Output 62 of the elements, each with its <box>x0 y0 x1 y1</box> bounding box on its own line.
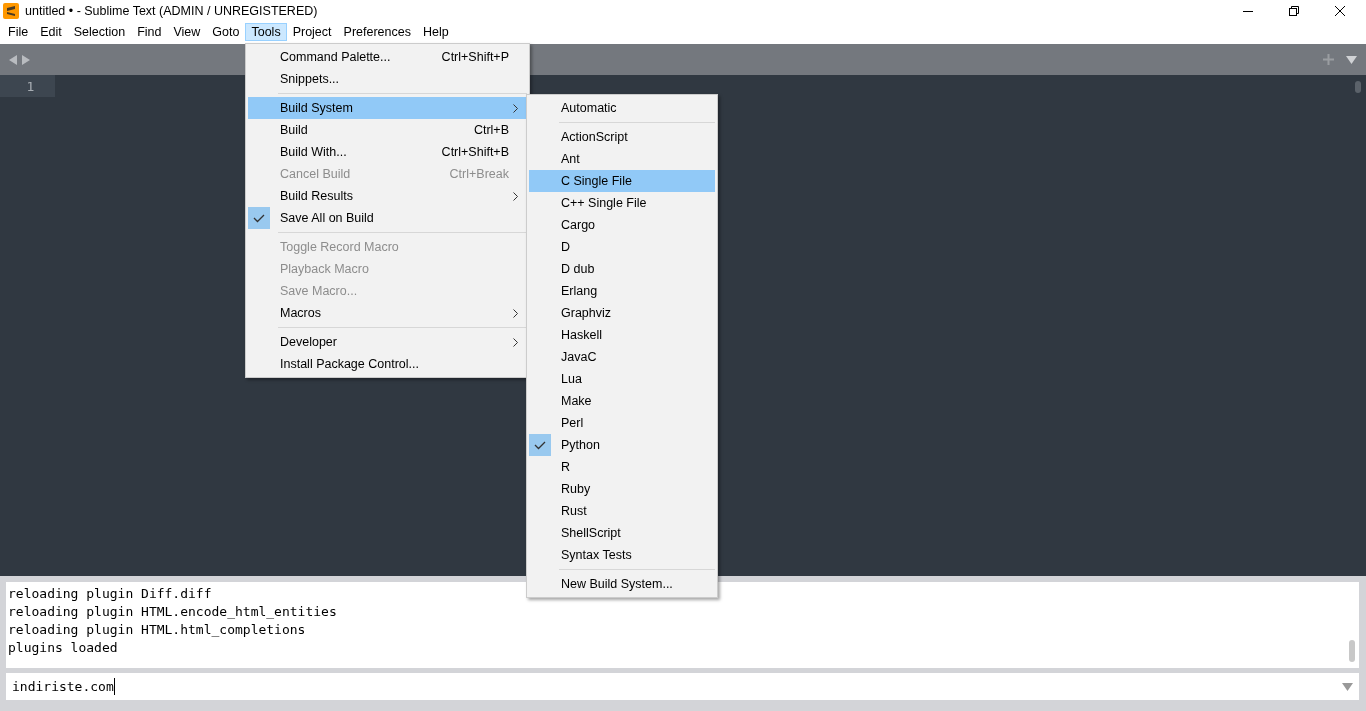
menu-item[interactable]: Build With... Ctrl+Shift+B <box>248 141 527 163</box>
scrollbar-thumb <box>1349 640 1355 662</box>
menu-item[interactable]: ShellScript <box>529 522 715 544</box>
menu-bar-item[interactable]: View <box>167 23 207 41</box>
menu-item[interactable]: Build Results <box>248 185 527 207</box>
console-line: plugins loaded <box>8 639 118 657</box>
menu-item[interactable]: New Build System... <box>529 573 715 595</box>
menu-item[interactable]: Syntax Tests <box>529 544 715 566</box>
menu-item[interactable]: D dub <box>529 258 715 280</box>
menu-bar-item[interactable]: Tools <box>245 23 287 41</box>
dropdown-triangle-icon[interactable] <box>1342 683 1353 691</box>
menu-item[interactable]: Erlang <box>529 280 715 302</box>
scrollbar-thumb <box>1355 81 1361 93</box>
previous-next-arrows-icon[interactable] <box>9 54 31 65</box>
chevron-right-icon <box>513 104 518 113</box>
menu-bar-item[interactable]: Edit <box>34 23 68 41</box>
menu-item[interactable]: Cargo <box>529 214 715 236</box>
menu-bar-item[interactable]: Preferences <box>337 23 417 41</box>
window-title: untitled • - Sublime Text (ADMIN / UNREGISTERED) <box>25 4 318 18</box>
menu-item[interactable]: Snippets... <box>248 68 527 90</box>
menu-bar-item[interactable]: Help <box>416 23 455 41</box>
menu-item[interactable]: ActionScript <box>529 126 715 148</box>
menu-item[interactable]: Ruby <box>529 478 715 500</box>
menu-item[interactable]: Lua <box>529 368 715 390</box>
app-logo-icon <box>3 3 19 19</box>
menu-bar-item[interactable]: File <box>2 23 35 41</box>
menu-item[interactable]: Developer <box>248 331 527 353</box>
menu-bar-item[interactable]: Find <box>131 23 168 41</box>
restore-icon[interactable] <box>1288 5 1300 17</box>
menu-item[interactable]: Graphviz <box>529 302 715 324</box>
chevron-right-icon <box>513 309 518 318</box>
menu-item[interactable]: Build System <box>248 97 527 119</box>
menu-item[interactable]: Command Palette... Ctrl+Shift+P <box>248 46 527 68</box>
menu-bar-item[interactable]: Project <box>286 23 338 41</box>
console-line: reloading plugin HTML.encode_html_entities <box>8 603 337 621</box>
menu-item[interactable]: Perl <box>529 412 715 434</box>
menu-item[interactable]: C Single File <box>529 170 715 192</box>
line-number: 1 <box>25 78 35 94</box>
menu-item[interactable]: D <box>529 236 715 258</box>
chevron-right-icon <box>513 338 518 347</box>
menu-item[interactable]: Install Package Control... <box>248 353 527 375</box>
menu-item[interactable]: Rust <box>529 500 715 522</box>
console-input-field[interactable]: indiriste.com <box>6 673 1359 700</box>
menu-bar-item[interactable]: Goto <box>206 23 246 41</box>
dropdown-triangle-icon[interactable] <box>1346 55 1357 64</box>
menu-bar-item[interactable]: Selection <box>67 23 132 41</box>
console-line: reloading plugin Diff.diff <box>8 585 212 603</box>
close-icon[interactable] <box>1334 5 1346 17</box>
menu-item[interactable]: Python <box>529 434 715 456</box>
chevron-right-icon <box>513 192 518 201</box>
menu-item[interactable]: Automatic <box>529 97 715 119</box>
menu-item[interactable]: Save All on Build <box>248 207 527 229</box>
menu-item[interactable]: C++ Single File <box>529 192 715 214</box>
menu-item[interactable]: Build Ctrl+B <box>248 119 527 141</box>
console-line: reloading plugin HTML.html_completions <box>8 621 306 639</box>
menu-item[interactable]: JavaC <box>529 346 715 368</box>
menu-item[interactable]: Haskell <box>529 324 715 346</box>
menu-item[interactable]: Ant <box>529 148 715 170</box>
plus-icon[interactable] <box>1323 54 1334 65</box>
menu-item[interactable]: R <box>529 456 715 478</box>
menu-item[interactable]: Make <box>529 390 715 412</box>
menu-item[interactable]: Macros <box>248 302 527 324</box>
